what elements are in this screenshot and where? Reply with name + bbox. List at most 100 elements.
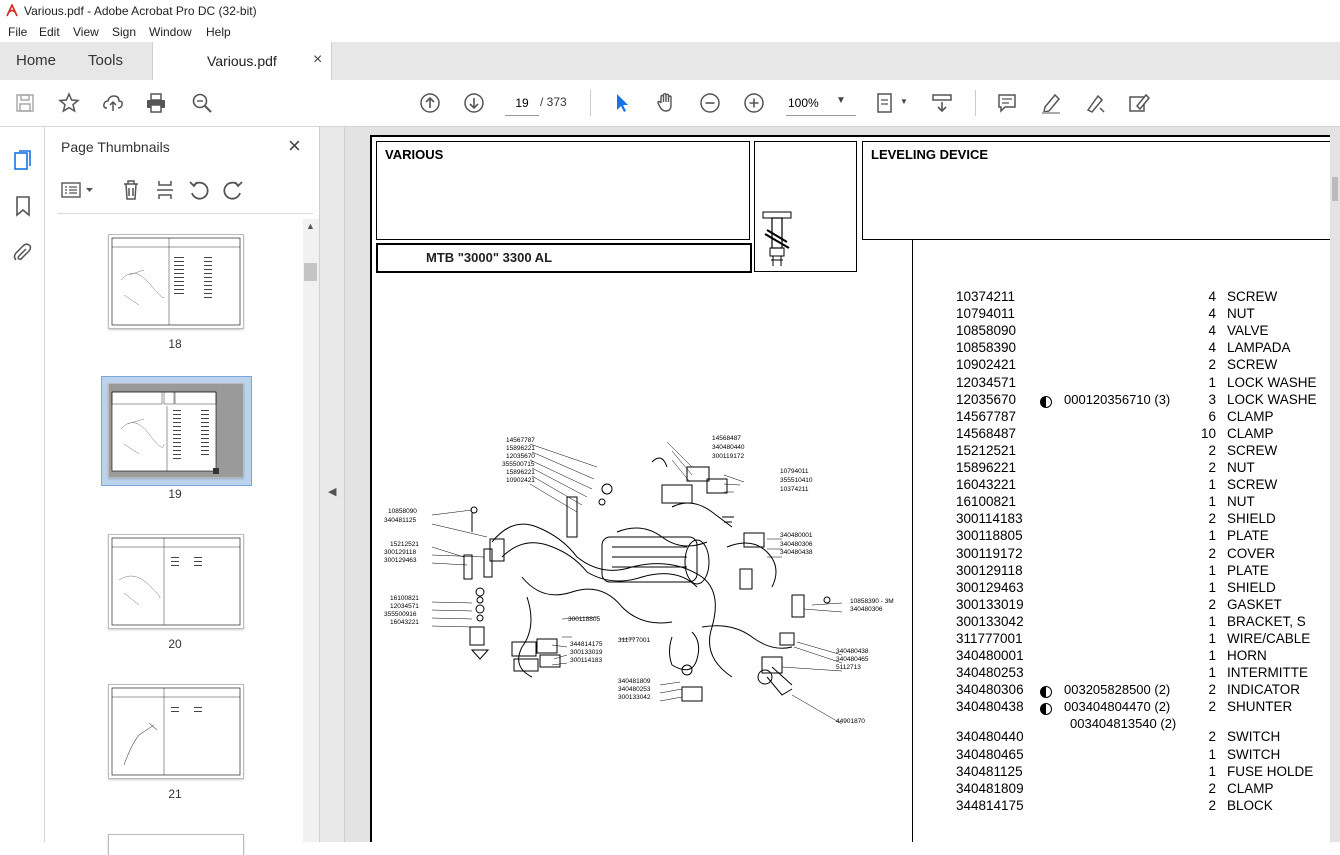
page-thumbnail[interactable]: [108, 834, 244, 855]
thumbnail-label: 20: [168, 637, 182, 651]
part-quantity: 2: [1208, 699, 1216, 715]
part-row: 300129463 1 SHIELD: [956, 580, 1340, 597]
extract-page-icon[interactable]: [155, 179, 175, 201]
scroll-mode-icon[interactable]: [930, 91, 954, 115]
part-description: SCREW: [1227, 357, 1278, 373]
save-icon[interactable]: [13, 91, 37, 115]
next-page-icon[interactable]: [462, 91, 486, 115]
document-scrollbar[interactable]: [1330, 127, 1340, 842]
toolbar-divider: [975, 90, 976, 116]
hand-tool-icon[interactable]: [654, 91, 678, 115]
fill-sign-icon[interactable]: [1127, 91, 1151, 115]
part-number: 340480001: [956, 648, 1024, 664]
fit-chevron-icon[interactable]: ▼: [900, 97, 908, 106]
part-row: 340480438 003404804470 (2) 2 SHUNTER 0034048…: [956, 699, 1340, 731]
document-view[interactable]: VARIOUS MTB "3000" 3300 AL LEVELING DEVI…: [345, 127, 1340, 842]
close-panel-icon[interactable]: ×: [288, 133, 301, 159]
part-quantity: 1: [1208, 648, 1216, 664]
part-number: 340481809: [956, 780, 1024, 796]
chevron-down-icon[interactable]: ▼: [836, 95, 846, 106]
menu-file[interactable]: File: [8, 25, 27, 39]
select-cursor-icon[interactable]: [610, 91, 634, 115]
scrollbar-thumb[interactable]: [304, 263, 317, 281]
scroll-up-icon[interactable]: ▲: [306, 221, 315, 231]
window-title: Various.pdf - Adobe Acrobat Pro DC (32-b…: [24, 4, 257, 18]
leveling-device-icon: [762, 211, 792, 266]
tab-tools[interactable]: Tools: [88, 52, 123, 69]
document-scrollbar-thumb[interactable]: [1332, 177, 1338, 201]
header-left-box: VARIOUS: [376, 141, 750, 240]
part-quantity: 1: [1208, 579, 1216, 595]
replacement-number: 003404804470 (2): [1064, 699, 1171, 715]
part-row: 12035670 000120356710 (3) 3 LOCK WASHE: [956, 392, 1340, 409]
part-row: 10858090 4 VALVE: [956, 323, 1340, 340]
attachment-icon[interactable]: [12, 241, 32, 263]
page-thumbnail[interactable]: [108, 534, 244, 629]
zoom-search-icon[interactable]: [190, 91, 214, 115]
thumbnail-preview: [111, 687, 241, 776]
callout-label: 300118805: [568, 616, 600, 623]
collapse-panel-icon[interactable]: ◀: [328, 485, 336, 498]
part-quantity: 1: [1208, 631, 1216, 646]
menu-view[interactable]: View: [73, 25, 99, 39]
part-row: 340480440 2 SWITCH: [956, 729, 1340, 746]
menu-window[interactable]: Window: [149, 25, 192, 39]
zoom-in-icon[interactable]: [742, 91, 766, 115]
previous-page-icon[interactable]: [418, 91, 442, 115]
part-description: BLOCK: [1227, 797, 1273, 813]
part-row: 12034571 1 LOCK WASHE: [956, 375, 1340, 392]
callout-label: 44901870: [836, 718, 865, 725]
part-quantity: 1: [1208, 665, 1216, 681]
part-row: 300119172 2 COVER: [956, 546, 1340, 563]
upload-icon[interactable]: [101, 91, 125, 115]
thumbnail-options-icon[interactable]: [61, 181, 97, 199]
draw-icon[interactable]: [1083, 91, 1107, 115]
fit-page-icon[interactable]: [874, 91, 898, 115]
part-quantity: 1: [1208, 374, 1216, 390]
part-number: 10794011: [956, 306, 1016, 322]
part-description: INDICATOR: [1227, 682, 1301, 698]
menu-edit[interactable]: Edit: [39, 25, 60, 39]
page-thumbnail[interactable]: [108, 684, 244, 779]
model-name: MTB "3000" 3300 AL: [426, 250, 553, 265]
callout-label: 340480253: [618, 686, 651, 693]
rotate-clockwise-icon[interactable]: [222, 179, 244, 201]
part-quantity: 4: [1208, 323, 1216, 339]
panel-divider: [57, 213, 313, 214]
panel-scrollbar[interactable]: ▲: [303, 219, 319, 842]
part-number: 10902421: [956, 357, 1017, 373]
star-icon[interactable]: [57, 91, 81, 115]
part-description: COVER: [1227, 545, 1276, 561]
callout-label: 300119172: [712, 453, 744, 460]
rotate-counterclockwise-icon[interactable]: [188, 179, 210, 201]
part-quantity: 2: [1208, 596, 1216, 612]
tab-home[interactable]: Home: [16, 52, 56, 69]
tab-document[interactable]: Various.pdf ×: [152, 42, 332, 81]
page-number-input[interactable]: [505, 91, 539, 116]
menu-sign[interactable]: Sign: [112, 25, 136, 39]
menu-help[interactable]: Help: [206, 25, 231, 39]
part-number: 340481125: [956, 763, 1023, 779]
part-number: 311777001: [956, 631, 1023, 646]
part-description: GASKET: [1227, 596, 1282, 612]
delete-icon[interactable]: [121, 179, 141, 201]
page-thumbnail-current[interactable]: [108, 383, 244, 478]
close-icon[interactable]: ×: [313, 51, 322, 69]
page-thumbnails-icon[interactable]: [13, 149, 33, 171]
part-number: 14567787: [956, 408, 1017, 424]
page-total: / 373: [540, 95, 567, 109]
comment-icon[interactable]: [995, 91, 1019, 115]
thumbnail-label: 21: [168, 787, 182, 801]
bookmark-icon[interactable]: [14, 195, 32, 217]
thumbnail-preview: [111, 537, 241, 626]
zoom-out-icon[interactable]: [698, 91, 722, 115]
panel-splitter[interactable]: ◀: [320, 127, 345, 842]
page-thumbnail[interactable]: [108, 234, 244, 329]
thumbnail-label: 19: [168, 487, 182, 501]
part-quantity: 2: [1208, 511, 1216, 527]
part-row: 300114183 2 SHIELD: [956, 511, 1340, 528]
callout-label: 15896221: [506, 445, 535, 452]
print-icon[interactable]: [144, 91, 168, 115]
part-description: SCREW: [1227, 442, 1278, 458]
highlight-pen-icon[interactable]: [1039, 91, 1063, 115]
